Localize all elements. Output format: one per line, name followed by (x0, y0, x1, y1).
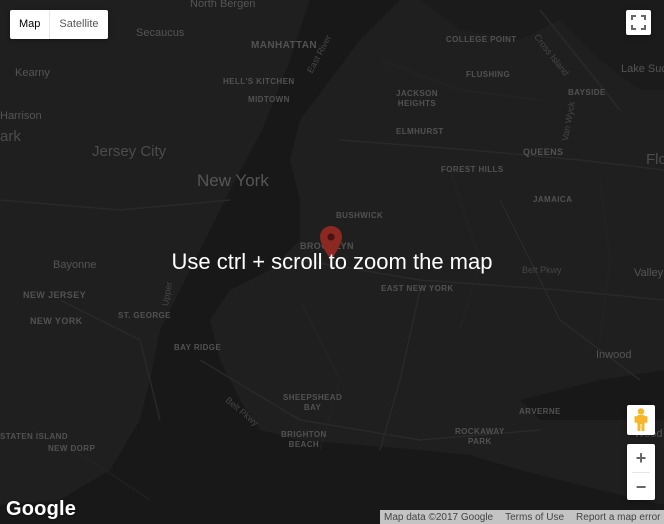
zoom-in-button[interactable]: + (627, 444, 655, 472)
terms-of-use-link[interactable]: Terms of Use (505, 512, 564, 523)
map-type-satellite-button[interactable]: Satellite (50, 10, 107, 39)
report-map-error-link[interactable]: Report a map error (576, 512, 660, 523)
fullscreen-icon (631, 15, 646, 30)
street-view-pegman-button[interactable] (627, 405, 655, 435)
google-logo[interactable]: Google (6, 498, 76, 521)
fullscreen-button[interactable] (626, 10, 651, 35)
zoom-out-button[interactable]: − (627, 473, 655, 501)
attribution-bar: Map data ©2017 Google Terms of Use Repor… (380, 510, 664, 524)
zoom-control: + − (627, 444, 655, 500)
gesture-handling-message: Use ctrl + scroll to zoom the map (171, 249, 493, 274)
map-type-map-button[interactable]: Map (10, 10, 51, 39)
map-type-control: Map Satellite (10, 10, 108, 39)
map-data-credit: Map data ©2017 Google (384, 511, 494, 523)
map-canvas[interactable]: North Bergen Secaucus MANHATTAN COLLEGE … (0, 0, 664, 524)
pegman-icon (634, 408, 648, 431)
